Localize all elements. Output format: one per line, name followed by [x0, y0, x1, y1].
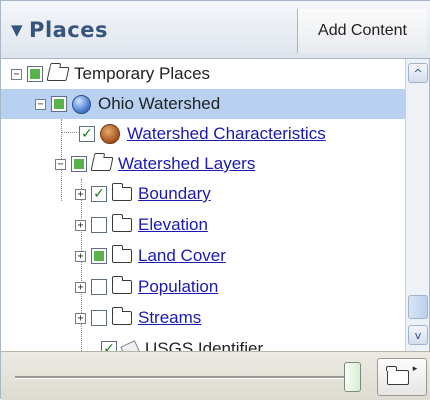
folder-icon [111, 183, 132, 201]
folder-icon [386, 365, 409, 385]
tree-row-elevation[interactable]: + Elevation [1, 210, 405, 240]
expand-toggle-icon[interactable]: + [75, 188, 86, 200]
tree-row-watershed-characteristics[interactable]: ✓ Watershed Characteristics [1, 119, 405, 149]
expand-toggle-icon[interactable]: + [75, 281, 86, 293]
visibility-checkbox[interactable] [91, 310, 107, 326]
opacity-slider-thumb[interactable] [344, 362, 361, 392]
tree-node-link[interactable]: Land Cover [138, 246, 226, 266]
tree-node-link[interactable]: Watershed Characteristics [127, 124, 326, 144]
tree-row-ohio-watershed[interactable]: − Ohio Watershed [1, 89, 405, 119]
visibility-checkbox[interactable]: ✓ [79, 126, 95, 142]
visibility-checkbox[interactable] [91, 248, 107, 264]
places-panel: ▼ Places Add Content − Temporary Places −… [0, 0, 430, 400]
tree-scrollbar[interactable]: ^ v [405, 59, 429, 351]
layer-icon [100, 124, 120, 144]
tree-node-link[interactable]: Watershed Layers [118, 154, 255, 174]
placemark-icon [120, 340, 140, 351]
opacity-slider-track[interactable] [15, 376, 355, 379]
tree-row-watershed-layers[interactable]: − Watershed Layers [1, 149, 405, 179]
tree-row-streams[interactable]: + Streams [1, 303, 405, 333]
tree-node-link[interactable]: Streams [138, 308, 201, 328]
visibility-checkbox[interactable]: ✓ [91, 186, 107, 202]
places-footer: ▸ [1, 351, 430, 400]
folder-menu-button[interactable]: ▸ [377, 358, 427, 396]
folder-open-icon [90, 157, 114, 171]
places-title: Places [29, 18, 108, 42]
folder-icon [111, 276, 132, 294]
visibility-checkbox[interactable] [91, 279, 107, 295]
folder-icon [111, 307, 132, 325]
chevron-up-icon: ^ [413, 66, 423, 80]
tree-node-label: Temporary Places [74, 64, 211, 83]
folder-icon [111, 245, 132, 263]
places-title-toggle[interactable]: ▼ Places [11, 18, 108, 42]
visibility-checkbox[interactable]: ✓ [101, 341, 117, 351]
folder-open-icon [46, 67, 70, 81]
tree-row-temporary-places[interactable]: − Temporary Places [1, 59, 405, 89]
places-tree: − Temporary Places − Ohio Watershed ✓ Wa… [1, 59, 405, 351]
scroll-up-button[interactable]: ^ [408, 63, 428, 83]
collapse-toggle-icon[interactable]: − [55, 158, 66, 170]
visibility-checkbox[interactable] [71, 156, 87, 172]
scroll-down-button[interactable]: v [408, 325, 428, 345]
add-content-button[interactable]: Add Content [297, 9, 427, 53]
tree-node-link[interactable]: Boundary [138, 184, 211, 204]
globe-icon [72, 94, 91, 114]
tree-node-label: USGS Identifier [145, 339, 264, 351]
tree-row-population[interactable]: + Population [1, 272, 405, 302]
collapse-triangle-icon[interactable]: ▼ [11, 21, 23, 39]
menu-arrow-icon: ▸ [412, 364, 418, 374]
tree-node-link[interactable]: Elevation [138, 215, 208, 235]
visibility-checkbox[interactable] [27, 66, 43, 82]
places-header: ▼ Places Add Content [1, 1, 430, 59]
chevron-down-icon: v [414, 328, 422, 342]
tree-node-link[interactable]: Population [138, 277, 218, 297]
visibility-checkbox[interactable] [51, 96, 67, 112]
folder-icon [111, 214, 132, 232]
expand-toggle-icon[interactable]: + [75, 219, 86, 231]
tree-row-boundary[interactable]: + ✓ Boundary [1, 179, 405, 209]
collapse-toggle-icon[interactable]: − [11, 68, 22, 80]
collapse-toggle-icon[interactable]: − [35, 98, 46, 110]
visibility-checkbox[interactable] [91, 217, 107, 233]
tree-row-land-cover[interactable]: + Land Cover [1, 241, 405, 271]
tree-row-usgs-identifier[interactable]: ✓ USGS Identifier [1, 334, 405, 351]
expand-toggle-icon[interactable]: + [75, 250, 86, 262]
scroll-thumb[interactable] [408, 295, 428, 319]
tree-node-label: Ohio Watershed [98, 94, 221, 113]
expand-toggle-icon[interactable]: + [75, 312, 86, 324]
